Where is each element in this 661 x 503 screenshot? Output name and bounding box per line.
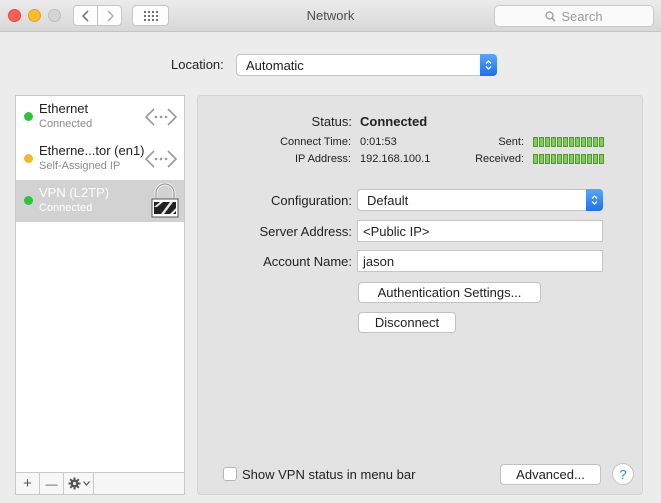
ip-address-value: 192.168.100.1	[360, 153, 431, 165]
location-label: Location:	[171, 57, 224, 72]
disconnect-button[interactable]: Disconnect	[358, 312, 456, 333]
sent-meter	[533, 137, 604, 147]
service-status: Connected	[39, 118, 93, 130]
received-meter	[533, 154, 604, 164]
service-item-vpn-l2tp[interactable]: VPN (L2TP) Connected	[16, 180, 184, 222]
ip-address-label: IP Address:	[294, 153, 351, 165]
service-list: Ethernet Connected Etherne...tor (en1) S…	[15, 95, 185, 495]
status-dot-green	[24, 196, 33, 205]
service-status: Connected	[39, 202, 93, 214]
gear-icon	[68, 477, 80, 490]
ethernet-arrows-icon	[144, 108, 178, 126]
configuration-popup[interactable]: Default	[357, 189, 603, 211]
status-dot-green	[24, 112, 33, 121]
connect-time-value: 0:01:53	[360, 136, 397, 148]
search-icon	[545, 10, 556, 22]
add-service-button[interactable]: +	[16, 473, 40, 494]
server-address-field[interactable]: <Public IP>	[357, 220, 603, 242]
service-item-ethernet[interactable]: Ethernet Connected	[16, 96, 184, 138]
received-label: Received:	[475, 153, 524, 165]
service-list-toolbar: + —	[16, 472, 184, 494]
updown-arrows-icon	[586, 189, 603, 211]
service-name: Ethernet	[39, 101, 89, 116]
service-item-ethernet-adaptor[interactable]: Etherne...tor (en1) Self-Assigned IP	[16, 138, 184, 180]
authentication-settings-button[interactable]: Authentication Settings...	[358, 282, 541, 303]
search-field[interactable]: Search	[494, 5, 654, 27]
chevron-down-icon	[82, 481, 90, 486]
status-dot-yellow	[24, 154, 33, 163]
show-vpn-status-label: Show VPN status in menu bar	[242, 467, 416, 482]
updown-arrows-icon	[480, 54, 497, 76]
server-address-label: Server Address:	[259, 224, 353, 239]
connect-time-label: Connect Time:	[280, 136, 351, 148]
network-preferences-window: Network Search Location: Automatic Ether…	[0, 0, 661, 503]
location-popup[interactable]: Automatic	[236, 54, 497, 76]
search-placeholder: Search	[561, 8, 603, 24]
location-value: Automatic	[246, 57, 304, 73]
show-vpn-status-checkbox[interactable]	[223, 467, 237, 481]
service-name: VPN (L2TP)	[39, 185, 110, 200]
status-value: Connected	[360, 114, 428, 129]
help-button[interactable]: ?	[612, 463, 634, 485]
service-name: Etherne...tor (en1)	[39, 143, 145, 158]
status-label: Status:	[311, 114, 352, 129]
account-name-field[interactable]: jason	[357, 250, 603, 272]
vpn-lock-icon	[151, 183, 179, 218]
remove-service-button[interactable]: —	[40, 473, 64, 494]
service-status: Self-Assigned IP	[39, 160, 121, 172]
ethernet-arrows-icon	[144, 150, 178, 168]
configuration-label: Configuration:	[271, 193, 352, 208]
advanced-button[interactable]: Advanced...	[500, 464, 601, 485]
sent-label: Sent:	[498, 136, 524, 148]
action-menu-button[interactable]	[64, 473, 94, 494]
title-bar: Network Search	[0, 0, 661, 32]
configuration-value: Default	[367, 192, 409, 208]
account-name-label: Account Name:	[263, 254, 352, 269]
